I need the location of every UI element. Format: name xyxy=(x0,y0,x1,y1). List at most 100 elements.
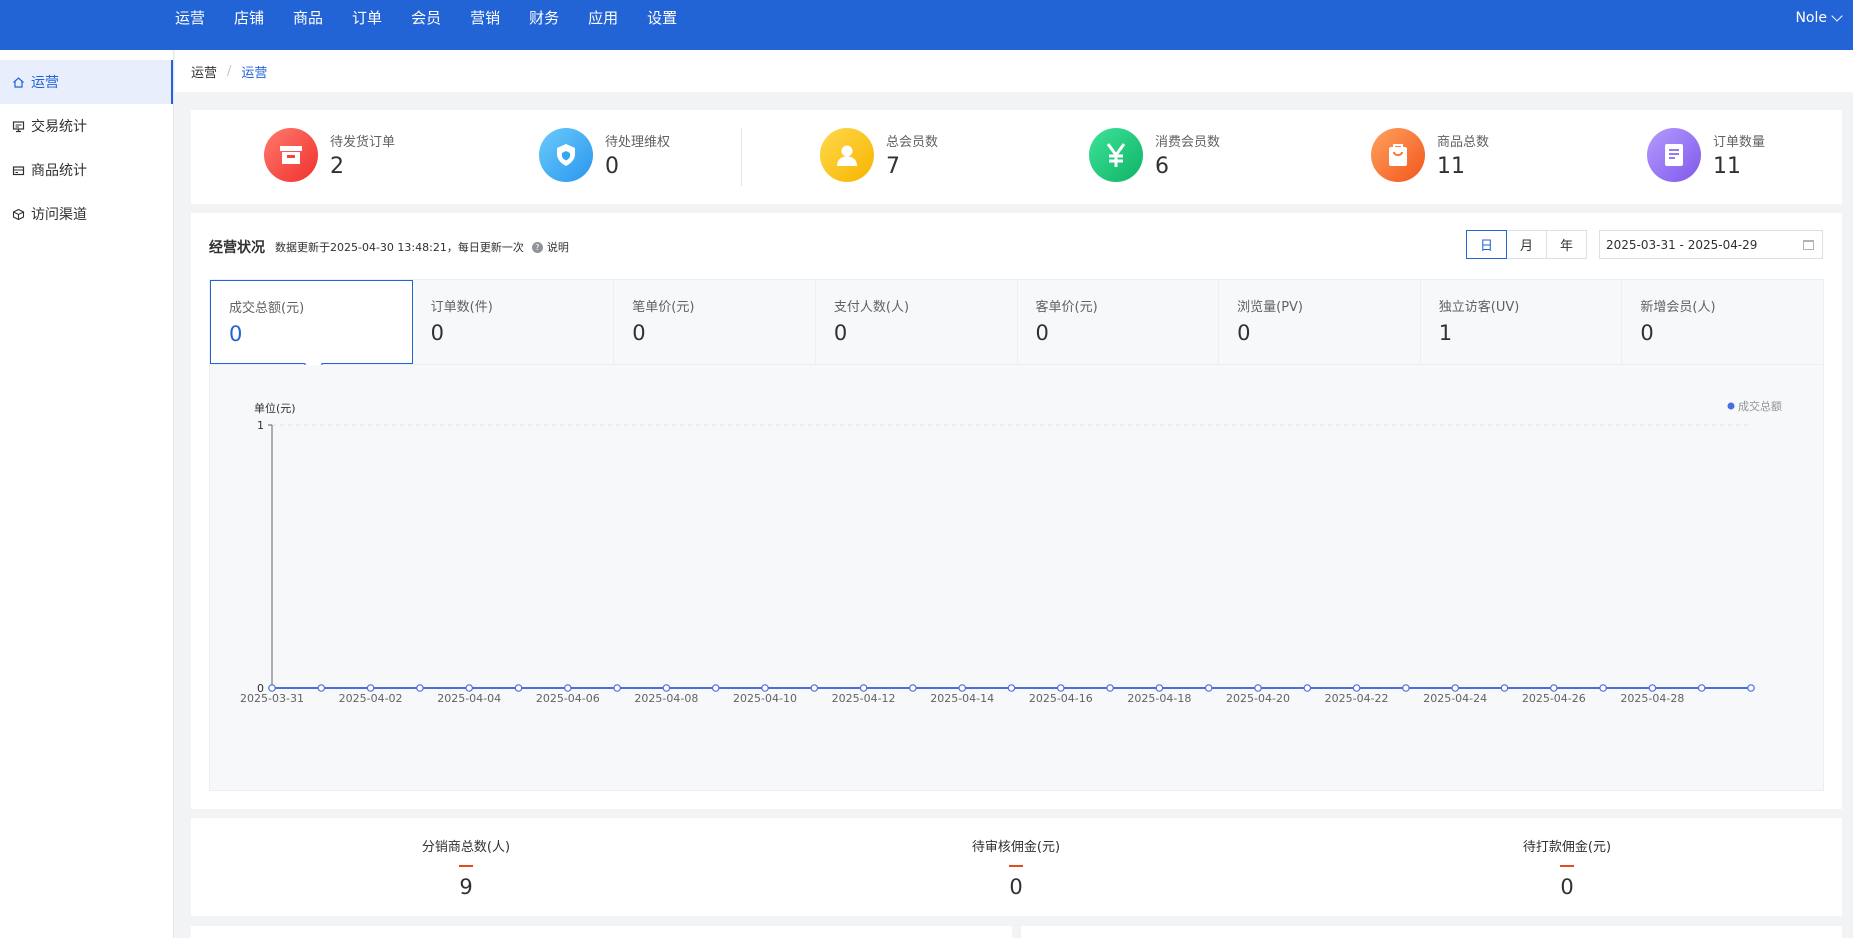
dist-value: 0 xyxy=(1009,875,1023,899)
data-point xyxy=(1402,684,1410,692)
sidebar-item-visit-channels[interactable]: 访问渠道 xyxy=(0,192,173,236)
metric-value: 0 xyxy=(833,321,848,345)
period-year-button[interactable]: 年 xyxy=(1546,230,1587,259)
period-month-button[interactable]: 月 xyxy=(1506,230,1547,259)
dist-label: 待打款佣金(元) xyxy=(1522,840,1612,855)
bottom-panel-right xyxy=(1021,926,1842,938)
metric-tab-pv[interactable]: 浏览量(PV) 0 xyxy=(1219,280,1421,364)
x-tick-label: 2025-04-14 xyxy=(930,692,994,705)
dist-value: 9 xyxy=(459,875,473,899)
data-point xyxy=(810,684,819,692)
metric-label: 订单数(件) xyxy=(430,300,493,315)
sidebar-item-label: 访问渠道 xyxy=(31,207,87,223)
stat-pending-rights[interactable]: 待处理维权 0 xyxy=(539,128,670,182)
sidebar-item-label: 交易统计 xyxy=(31,119,87,135)
nav-item-finance[interactable]: 财务 xyxy=(529,0,559,50)
dist-accent-bar xyxy=(1009,865,1023,867)
period-day-button[interactable]: 日 xyxy=(1466,230,1507,259)
nav-item-store[interactable]: 店铺 xyxy=(234,0,264,50)
data-point xyxy=(1697,684,1706,692)
date-range-picker[interactable]: 2025-03-31 - 2025-04-29 xyxy=(1599,230,1823,259)
dist-accent-bar xyxy=(459,865,473,867)
stats-divider xyxy=(741,128,742,186)
nav-item-members[interactable]: 会员 xyxy=(411,0,441,50)
data-point xyxy=(1056,684,1065,692)
stat-label: 总会员数 xyxy=(886,135,939,150)
data-point xyxy=(1352,684,1361,692)
stat-pending-shipment[interactable]: 待发货订单 2 xyxy=(264,128,395,182)
breadcrumb-item[interactable]: 运营 xyxy=(191,62,217,81)
x-tick-label: 2025-04-16 xyxy=(1029,692,1093,705)
stat-order-count[interactable]: 订单数量 11 xyxy=(1647,128,1765,182)
dist-distributor-count[interactable]: 分销商总数(人) 9 xyxy=(366,836,566,899)
sidebar-item-product-stats[interactable]: 商品统计 xyxy=(0,148,173,192)
x-tick-label: 2025-04-20 xyxy=(1226,692,1290,705)
data-point xyxy=(1648,684,1657,692)
breadcrumb: 运营 / 运营 xyxy=(175,50,1853,92)
data-point xyxy=(366,684,375,692)
stat-total-members[interactable]: 总会员数 7 xyxy=(820,128,938,182)
metric-label: 独立访客(UV) xyxy=(1438,300,1520,315)
data-point xyxy=(268,684,276,692)
stat-consuming-members[interactable]: 消费会员数 6 xyxy=(1089,128,1220,182)
data-point xyxy=(761,684,769,692)
gmv-line-chart: 单位(元) 1 0 2025-03-31 2025-04-02 2025-04-04 202… xyxy=(209,365,1824,791)
stat-value: 7 xyxy=(886,154,900,179)
nav-item-orders[interactable]: 订单 xyxy=(352,0,382,50)
nav-item-apps[interactable]: 应用 xyxy=(588,0,618,50)
metric-label: 浏览量(PV) xyxy=(1237,300,1304,315)
stat-label: 待发货订单 xyxy=(330,135,396,150)
data-point xyxy=(1254,684,1262,692)
distribution-card: 分销商总数(人) 9 待审核佣金(元) 0 待打款佣金(元) 0 xyxy=(191,818,1842,916)
sidebar-item-label: 运营 xyxy=(31,75,59,91)
section-title: 经营状况 xyxy=(209,240,265,256)
data-point xyxy=(465,684,474,692)
metric-label: 成交总额(元) xyxy=(229,301,305,316)
dist-pending-payout-commission[interactable]: 待打款佣金(元) 0 xyxy=(1467,836,1667,899)
metric-label: 笔单价(元) xyxy=(632,300,695,315)
sidebar-item-trade-stats[interactable]: 交易统计 xyxy=(0,104,173,148)
nav-item-products[interactable]: 商品 xyxy=(293,0,323,50)
explain-link[interactable]: 说明 xyxy=(547,239,569,255)
x-tick-label: 2025-04-24 xyxy=(1423,692,1487,705)
metric-label: 支付人数(人) xyxy=(833,300,910,315)
stat-total-products[interactable]: 商品总数 11 xyxy=(1371,128,1489,182)
x-tick-label: 2025-04-08 xyxy=(634,692,698,705)
data-point xyxy=(1599,684,1607,692)
nav-item-settings[interactable]: 设置 xyxy=(647,0,677,50)
dist-label: 分销商总数(人) xyxy=(421,840,511,855)
stat-label: 待处理维权 xyxy=(605,135,671,150)
period-selector: 日 月 年 xyxy=(1466,230,1587,259)
metric-tab-uv[interactable]: 独立访客(UV) 1 xyxy=(1421,280,1623,364)
sidebar: 运营 交易统计 商品统计 访问渠道 xyxy=(0,50,174,938)
metric-tab-new-members[interactable]: 新增会员(人) 0 xyxy=(1622,280,1823,364)
sidebar-item-label: 商品统计 xyxy=(31,163,87,179)
business-status-card: 经营状况 数据更新于2025-04-30 13:48:21，每日更新一次 ? 说… xyxy=(191,213,1842,809)
nav-item-marketing[interactable]: 营销 xyxy=(470,0,500,50)
metric-value: 0 xyxy=(1237,321,1251,345)
metric-tab-orders[interactable]: 订单数(件) 0 xyxy=(413,280,615,364)
sidebar-item-operations[interactable]: 运营 xyxy=(0,60,173,104)
data-point xyxy=(1007,684,1016,692)
x-tick-label: 2025-04-10 xyxy=(733,692,797,705)
bottom-panel-left xyxy=(191,926,1012,938)
stat-label: 商品总数 xyxy=(1437,135,1490,150)
data-point xyxy=(416,684,424,692)
dist-accent-bar xyxy=(1560,865,1574,867)
stat-value: 11 xyxy=(1713,154,1741,179)
metric-tab-payers[interactable]: 支付人数(人) 0 xyxy=(816,280,1018,364)
metric-tab-gmv[interactable]: 成交总额(元) 0 xyxy=(210,280,413,364)
breadcrumb-item-current: 运营 xyxy=(241,65,268,81)
data-point xyxy=(1500,684,1509,692)
user-menu[interactable]: Nole xyxy=(1795,10,1843,26)
dist-pending-review-commission[interactable]: 待审核佣金(元) 0 xyxy=(916,836,1116,899)
metric-tab-avg-customer-price[interactable]: 客单价(元) 0 xyxy=(1018,280,1220,364)
question-icon[interactable]: ? xyxy=(531,241,543,253)
metric-tab-avg-order-price[interactable]: 笔单价(元) 0 xyxy=(614,280,816,364)
monitor-icon xyxy=(12,120,25,132)
x-tick-label: 2025-04-22 xyxy=(1325,692,1389,705)
nav-item-operations[interactable]: 运营 xyxy=(175,0,206,63)
data-point xyxy=(317,684,326,692)
dist-value: 0 xyxy=(1560,875,1574,899)
x-tick-label: 2025-04-18 xyxy=(1127,692,1191,705)
